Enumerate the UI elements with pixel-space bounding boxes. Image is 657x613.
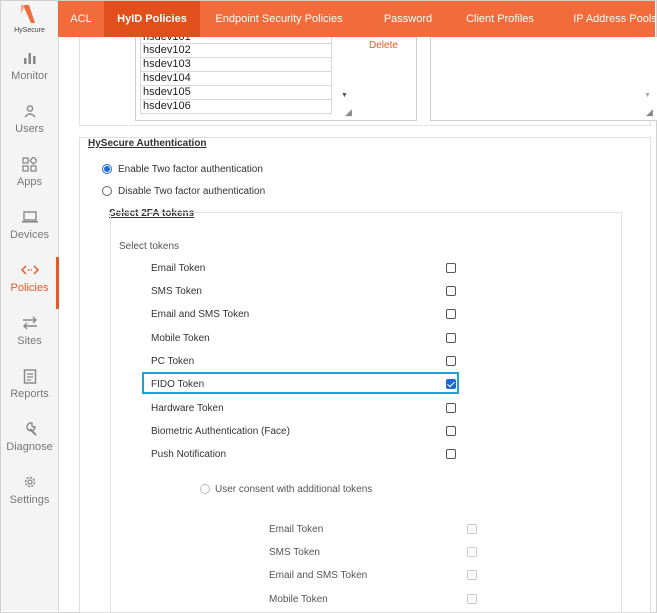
token-label: Email and SMS Token [151, 309, 250, 320]
section-title: HySecure Authentication [88, 138, 207, 149]
sidebar-item-apps[interactable]: Apps [1, 153, 58, 203]
sidebar-item-diagnose[interactable]: Diagnose [1, 418, 58, 468]
tab-hyid-policies[interactable]: HyID Policies [104, 1, 200, 37]
hysecure-authentication-section: HySecure Authentication Enable Two facto… [79, 137, 651, 613]
enable-2fa-radio[interactable] [102, 164, 112, 174]
token-label: Mobile Token [151, 333, 210, 344]
sidebar-item-reports[interactable]: Reports [1, 365, 58, 415]
brand-logo[interactable]: HySecure [1, 1, 58, 39]
disable-2fa-label: Disable Two factor authentication [118, 186, 266, 197]
list-item[interactable]: hsdev104 [140, 71, 332, 86]
disable-2fa-radio[interactable] [102, 186, 112, 196]
sidebar-item-label: Settings [9, 494, 50, 506]
sidebar-item-label: Reports [10, 388, 49, 400]
additional-email-token-checkbox[interactable] [467, 524, 477, 534]
list-item[interactable]: hsdev105 [140, 85, 332, 100]
resize-handle-icon[interactable]: ◢ [646, 107, 653, 118]
list-item[interactable]: hsdev102 [140, 43, 332, 58]
pc-token-checkbox[interactable] [446, 356, 456, 366]
sidebar-item-policies[interactable]: Policies [1, 257, 59, 309]
token-label: Biometric Authentication (Face) [151, 426, 290, 437]
hysecure-logo-icon [21, 5, 35, 23]
scroll-down-arrow-icon[interactable]: ▼ [341, 92, 348, 99]
email-token-checkbox[interactable] [446, 263, 456, 273]
additional-token-label: SMS Token [269, 547, 320, 558]
bar-chart-icon [1, 47, 58, 69]
resize-handle-icon[interactable]: ◢ [345, 107, 352, 118]
enable-2fa-label: Enable Two factor authentication [118, 164, 263, 175]
user-consent-radio[interactable] [200, 484, 210, 494]
tab-endpoint-security-policies[interactable]: Endpoint Security Policies [203, 1, 355, 37]
token-label: Push Notification [151, 449, 227, 460]
sidebar-item-users[interactable]: Users [1, 100, 58, 150]
report-icon [1, 365, 58, 387]
scroll-down-arrow-icon[interactable]: ▼ [644, 92, 651, 99]
sidebar-item-monitor[interactable]: Monitor [1, 47, 58, 97]
mobile-token-checkbox[interactable] [446, 333, 456, 343]
hardware-token-checkbox[interactable] [446, 403, 456, 413]
user-icon [1, 100, 58, 122]
token-label: Hardware Token [151, 403, 224, 414]
token-label: FIDO Token [151, 379, 205, 390]
tab-client-profiles[interactable]: Client Profiles [450, 1, 550, 37]
delete-link[interactable]: Delete [369, 40, 398, 51]
brand-name: HySecure [14, 27, 45, 34]
sidebar-item-label: Sites [17, 335, 42, 347]
push-notification-checkbox[interactable] [446, 449, 456, 459]
apps-grid-icon [1, 153, 58, 175]
swap-arrows-icon [1, 312, 58, 334]
select-tokens-label: Select tokens [119, 241, 180, 252]
code-arrows-icon [1, 259, 58, 281]
token-label: SMS Token [151, 286, 202, 297]
additional-mobile-token-checkbox[interactable] [467, 594, 477, 604]
list-item[interactable]: hsdev103 [140, 57, 332, 72]
additional-token-label: Mobile Token [269, 594, 328, 605]
sidebar-item-label: Monitor [11, 70, 48, 82]
sidebar-item-settings[interactable]: Settings [1, 471, 58, 521]
main-content: hsdev101 hsdev102 hsdev103 hsdev104 hsde… [59, 37, 657, 613]
token-label: Email Token [151, 263, 206, 274]
tab-acl[interactable]: ACL [58, 1, 104, 37]
sidebar-item-label: Users [15, 123, 44, 135]
sidebar-item-label: Apps [16, 176, 43, 188]
tab-password[interactable]: Password [366, 1, 450, 37]
additional-token-label: Email and SMS Token [269, 570, 368, 581]
gear-icon [1, 471, 58, 493]
sidebar-item-label: Devices [9, 229, 50, 241]
sms-token-checkbox[interactable] [446, 286, 456, 296]
sidebar-item-devices[interactable]: Devices [1, 206, 58, 256]
list-item[interactable]: hsdev106 [140, 99, 332, 114]
fido-token-checkbox[interactable] [446, 379, 456, 389]
sidebar: HySecure Monitor Users Apps Devices Poli… [1, 1, 59, 611]
sidebar-item-sites[interactable]: Sites [1, 312, 58, 362]
wrench-icon [1, 418, 58, 440]
top-tab-bar: ACL HyID Policies Endpoint Security Poli… [58, 1, 655, 37]
additional-token-label: Email Token [269, 524, 324, 535]
biometric-face-checkbox[interactable] [446, 426, 456, 436]
tab-ip-address-pools[interactable]: IP Address Pools [560, 1, 655, 37]
sidebar-item-label: Diagnose [6, 441, 53, 453]
user-consent-label: User consent with additional tokens [215, 484, 373, 495]
additional-email-and-sms-token-checkbox[interactable] [467, 570, 477, 580]
host-textarea[interactable]: ▼ ◢ [430, 37, 657, 121]
additional-sms-token-checkbox[interactable] [467, 547, 477, 557]
host-panel: hsdev101 hsdev102 hsdev103 hsdev104 hsde… [79, 37, 657, 126]
token-label: PC Token [151, 356, 195, 367]
sidebar-item-label: Policies [10, 282, 49, 294]
laptop-icon [1, 206, 58, 228]
tokens-panel: Select tokens Email Token SMS Token Emai… [110, 212, 622, 613]
email-and-sms-token-checkbox[interactable] [446, 309, 456, 319]
